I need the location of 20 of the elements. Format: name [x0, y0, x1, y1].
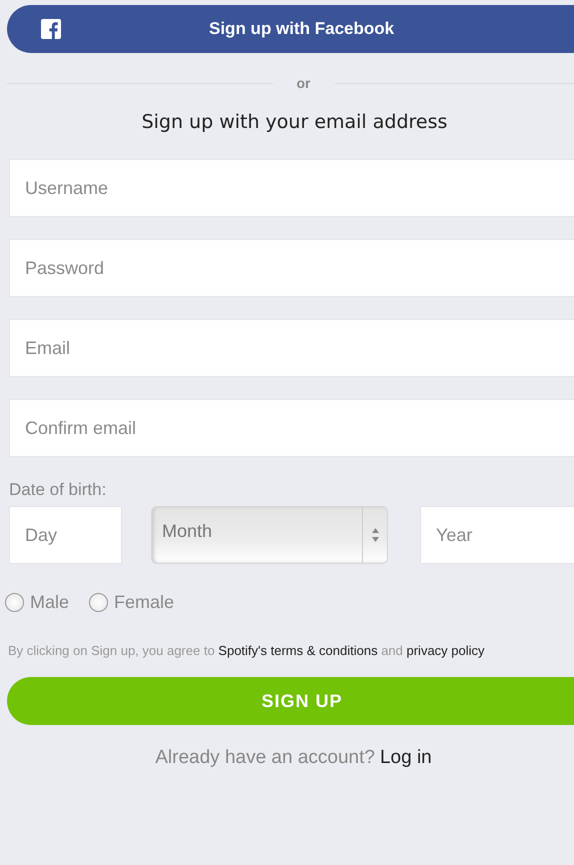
- input-field[interactable]: Username: [9, 159, 574, 217]
- year-field[interactable]: Year: [420, 506, 574, 564]
- stepper-arrows-icon: [372, 528, 378, 542]
- form-heading: Sign up with your email address: [140, 111, 448, 133]
- login-link[interactable]: Log in: [380, 747, 432, 768]
- input-field[interactable]: Email: [9, 319, 574, 377]
- month-dropdown[interactable]: Month: [151, 506, 388, 564]
- privacy-link[interactable]: privacy policy: [406, 643, 485, 658]
- facebook-icon: [41, 19, 61, 39]
- terms-link[interactable]: Spotify's terms & conditions: [218, 643, 378, 658]
- day-field[interactable]: Day: [9, 506, 122, 564]
- radio-button[interactable]: [5, 593, 24, 612]
- input-field[interactable]: Password: [9, 239, 574, 297]
- terms-text: By clicking on Sign up, you agree to Spotify's terms & conditions and privacy policy: [8, 642, 486, 660]
- input-field[interactable]: Confirm email: [9, 399, 574, 457]
- facebook-signup-button[interactable]: Sign up with Facebook: [7, 5, 574, 53]
- separator-text: or: [296, 75, 312, 91]
- login-prompt: Already have an account?: [155, 747, 375, 768]
- field-label: Date of birth:: [9, 480, 108, 500]
- radio-button[interactable]: [89, 593, 108, 612]
